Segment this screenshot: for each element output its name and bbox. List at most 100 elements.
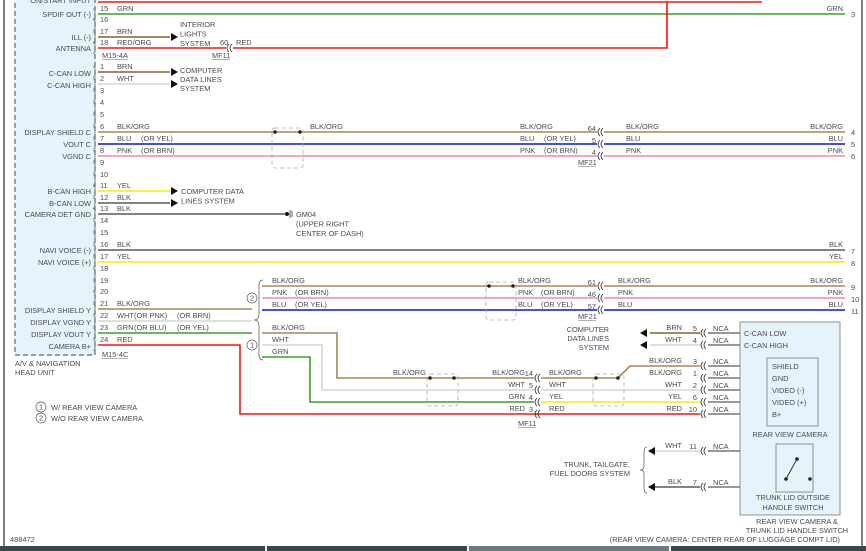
wire-label: PNK — [117, 146, 132, 155]
pin-number: 4 — [529, 393, 533, 402]
pin-number: 11 — [851, 307, 859, 316]
wire-label: (OR YEL) — [177, 323, 209, 332]
pin-number: 1 — [693, 369, 697, 378]
wire-label: (OR YEL) — [541, 300, 573, 309]
connector-icon — [534, 385, 541, 395]
pin-function-label: B-CAN LOW — [49, 199, 91, 208]
splice-dot — [298, 130, 302, 134]
destination-label: COMPUTER DATA — [181, 187, 244, 196]
pin-number: 5 — [100, 110, 104, 119]
can-function-label: C-CAN LOW — [744, 329, 786, 338]
legend-text: W/O REAR VIEW CAMERA — [51, 414, 143, 423]
arrow-icon — [171, 187, 178, 195]
destination-label: LINES SYSTEM — [181, 197, 235, 206]
wire-label: (OR BRN) — [141, 146, 175, 155]
pin-number: 5 — [529, 381, 533, 390]
wire-label: BLK/ORG — [618, 276, 651, 285]
pin-number: 16 — [100, 240, 108, 249]
pin-number: 8 — [100, 146, 104, 155]
wire-label: BLK/ORG — [810, 276, 843, 285]
pin-number: 24 — [100, 335, 108, 344]
ground-label: GM04 — [296, 210, 316, 219]
wire-label: GRN — [827, 4, 843, 13]
pin-number: 21 — [100, 299, 108, 308]
wire-label: BLK — [117, 204, 131, 213]
wire-label: WHT — [549, 380, 566, 389]
arrow-icon — [171, 33, 178, 41]
wire-label: BLK/ORG — [810, 122, 843, 131]
nca-label: NCA — [713, 324, 729, 333]
arrow-icon — [640, 341, 647, 349]
arrow-icon — [171, 68, 178, 76]
pin-function-label: DISPLAY SHIELD Y — [25, 306, 91, 315]
pin-function-label: DISPLAY VGND Y — [30, 318, 91, 327]
pin-number: 5 — [693, 324, 697, 333]
splice-dot — [273, 130, 277, 134]
wire-label: GRN — [272, 347, 288, 356]
pin-function-label: VGND C — [62, 152, 91, 161]
connector-icon — [534, 373, 541, 383]
pin-number: 7 — [693, 478, 697, 487]
nca-label: NCA — [713, 405, 729, 414]
wire-label: BRN — [117, 27, 133, 36]
splice-dot — [616, 376, 620, 380]
wire-label: YEL — [117, 181, 131, 190]
pin-number: 5 — [851, 140, 855, 149]
wire-label: BLU — [618, 300, 632, 309]
switch-title: HANDLE SWITCH — [762, 503, 823, 512]
arrow-icon — [648, 483, 655, 491]
bottom-scrollbar[interactable] — [0, 546, 866, 551]
wire-label: BLK/ORG — [649, 368, 682, 377]
ground-icon — [289, 210, 293, 218]
pin-number: 23 — [100, 323, 108, 332]
pin-number: 2 — [693, 381, 697, 390]
wire-label: BLU — [626, 134, 640, 143]
wire-label: WHT — [665, 380, 682, 389]
wire-label: YEL — [668, 392, 682, 401]
wire-label: (OR YEL) — [141, 134, 173, 143]
wire — [262, 356, 534, 403]
option-marker-number: 1 — [250, 341, 254, 350]
head-unit-box — [14, 0, 96, 356]
splice-dot — [795, 457, 799, 461]
wire-label: BLK — [829, 240, 843, 249]
pin-number: 15 — [100, 228, 108, 237]
ground-icon — [285, 212, 289, 216]
camera-function-label: VIDEO (-) — [772, 386, 804, 395]
connector-icon — [597, 151, 604, 161]
pin-number: 18 — [100, 264, 108, 273]
pin-function-label: SPDIF OUT (-) — [42, 10, 91, 19]
wire-label: BLK/ORG — [649, 356, 682, 365]
nca-label: NCA — [713, 442, 729, 451]
wire-label: RED/ORG — [117, 38, 152, 47]
destination-label: SYSTEM — [180, 84, 210, 93]
wire-label: (OR BLU) — [134, 323, 166, 332]
wire-label: (OR BRN) — [295, 288, 329, 297]
wire-label: PNK — [626, 146, 641, 155]
wire-label: BLK/ORG — [272, 323, 305, 332]
pin-number: 10 — [100, 170, 108, 179]
wire-label: YEL — [117, 252, 131, 261]
wire-label: BLK — [117, 193, 131, 202]
trunk-brace — [639, 446, 648, 494]
pin-number: 10 — [689, 405, 697, 414]
connector-icon — [700, 409, 707, 419]
wire-label: (OR BRN) — [541, 288, 575, 297]
wire-label: BLK/ORG — [518, 276, 551, 285]
wiring-diagram: ON/START INPUT SPDIF OUT (-) ILL (-) ANTENN… — [3, 0, 863, 546]
wire-label: BLU — [829, 300, 843, 309]
pin-number: 3 — [529, 405, 533, 414]
antenna-wire-2 — [233, 2, 668, 49]
ground-label: CENTER OF DASH) — [296, 229, 364, 238]
assembly-title: REAR VIEW CAMERA & — [756, 517, 838, 526]
connector-id-m15-4c: M15-4C — [102, 350, 129, 359]
camera-bplus-wire — [98, 344, 700, 415]
pin-number: 4 — [693, 336, 697, 345]
wire-label: BLU — [520, 134, 534, 143]
pin-number: 14 — [525, 369, 533, 378]
wire-label: BLK — [117, 240, 131, 249]
connector-icon — [700, 361, 707, 371]
destination-label: DATA LINES — [180, 75, 222, 84]
destination-label: DATA LINES — [567, 334, 609, 343]
wire-label: GRN — [117, 323, 133, 332]
